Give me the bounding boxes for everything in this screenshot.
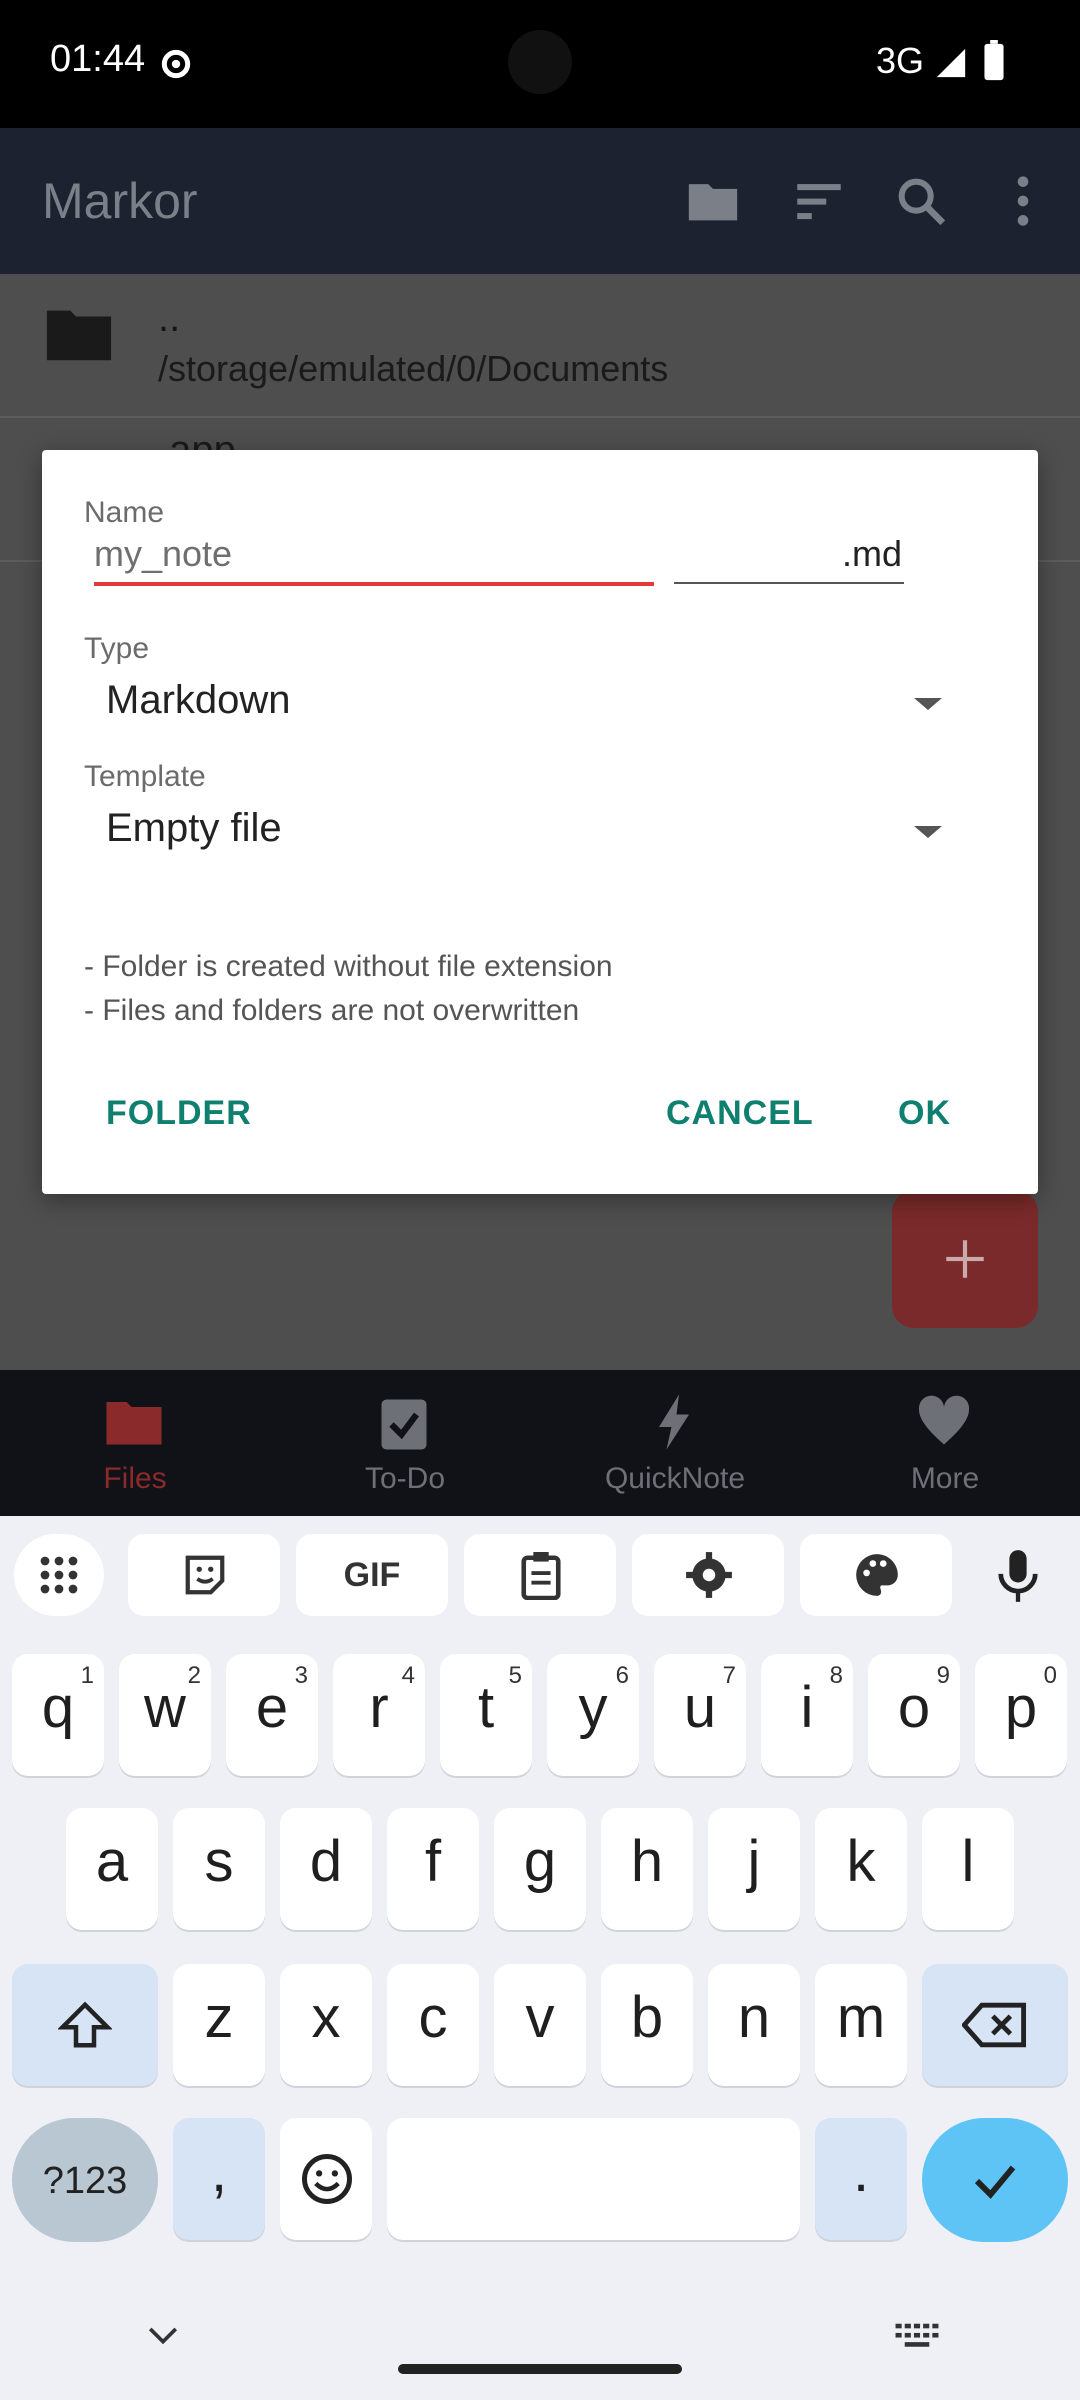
nav-more-label[interactable]: More	[810, 1462, 1080, 1496]
gif-button[interactable]: GIF	[296, 1534, 448, 1616]
network-type: 3G	[876, 40, 925, 81]
list-item-name[interactable]: ..	[158, 296, 180, 341]
key-f[interactable]: f	[387, 1808, 479, 1930]
folder-icon[interactable]	[684, 172, 742, 230]
key-s[interactable]: s	[173, 1808, 265, 1930]
symbols-key[interactable]: ?123	[12, 2118, 158, 2242]
key-j[interactable]: j	[708, 1808, 800, 1930]
emoji-icon	[302, 2154, 352, 2204]
type-select[interactable]: Markdown	[84, 672, 964, 734]
bolt-icon[interactable]	[644, 1392, 704, 1452]
nav-quicknote-label[interactable]: QuickNote	[540, 1462, 810, 1496]
key-l[interactable]: l	[922, 1808, 1014, 1930]
camera-cutout	[508, 30, 572, 94]
nav-files-label[interactable]: Files	[0, 1462, 270, 1496]
more-options-icon[interactable]	[994, 172, 1052, 230]
heart-icon[interactable]	[914, 1392, 974, 1452]
chevron-down-icon[interactable]	[146, 2324, 180, 2348]
key-u[interactable]: u7	[654, 1654, 746, 1776]
settings-status-icon	[161, 49, 191, 79]
extension-input[interactable]	[674, 526, 902, 582]
key-i[interactable]: i8	[761, 1654, 853, 1776]
apps-grid-button[interactable]	[14, 1534, 104, 1616]
clipboard-icon	[521, 1552, 561, 1600]
grid-icon	[40, 1556, 78, 1594]
type-label: Type	[84, 632, 150, 665]
key-d[interactable]: d	[280, 1808, 372, 1930]
soft-keyboard	[0, 1516, 1080, 2400]
add-fab-button[interactable]	[892, 1190, 1038, 1328]
search-icon[interactable]	[892, 172, 950, 230]
space-key[interactable]	[387, 2118, 800, 2240]
type-select-value: Markdown	[106, 678, 291, 722]
theme-button[interactable]	[800, 1534, 952, 1616]
nav-todo-label[interactable]: To-Do	[270, 1462, 540, 1496]
dropdown-arrow-icon	[914, 698, 942, 710]
key-v[interactable]: v	[494, 1964, 586, 2086]
battery-icon	[984, 40, 1004, 81]
sort-icon[interactable]	[790, 172, 848, 230]
key-k[interactable]: k	[815, 1808, 907, 1930]
ok-button[interactable]: OK	[898, 1094, 951, 1133]
template-label: Template	[84, 760, 206, 793]
todo-icon[interactable]	[374, 1392, 434, 1452]
folder-icon[interactable]	[104, 1392, 164, 1452]
template-select-value: Empty file	[106, 806, 282, 850]
name-label: Name	[84, 496, 165, 529]
comma-key[interactable]: ,	[173, 2118, 265, 2240]
name-input[interactable]	[94, 526, 652, 582]
key-a[interactable]: a	[66, 1808, 158, 1930]
sticker-icon	[185, 1555, 225, 1595]
gif-icon: GIF	[343, 1556, 401, 1594]
key-w[interactable]: w2	[119, 1654, 211, 1776]
key-x[interactable]: x	[280, 1964, 372, 2086]
key-r[interactable]: r4	[333, 1654, 425, 1776]
folder-icon	[46, 310, 112, 361]
period-key[interactable]: .	[815, 2118, 907, 2240]
gesture-navigation-bar[interactable]	[398, 2364, 682, 2374]
key-n[interactable]: n	[708, 1964, 800, 2086]
folder-button[interactable]: FOLDER	[106, 1094, 252, 1133]
keyboard-icon[interactable]	[894, 2322, 940, 2350]
key-c[interactable]: c	[387, 1964, 479, 2086]
name-input-underline	[94, 582, 654, 586]
key-p[interactable]: p0	[975, 1654, 1067, 1776]
key-m[interactable]: m	[815, 1964, 907, 2086]
note-text: - Folder is created without file extensi…	[84, 950, 613, 983]
sticker-button[interactable]	[128, 1534, 280, 1616]
key-e[interactable]: e3	[226, 1654, 318, 1776]
key-h[interactable]: h	[601, 1808, 693, 1930]
shift-icon	[58, 2001, 112, 2048]
key-o[interactable]: o9	[868, 1654, 960, 1776]
palette-icon	[856, 1554, 898, 1596]
signal-icon	[936, 48, 966, 78]
backspace-key[interactable]	[922, 1964, 1068, 2086]
list-item-path: /storage/emulated/0/Documents	[158, 348, 669, 389]
key-q[interactable]: q1	[12, 1654, 104, 1776]
key-y[interactable]: y6	[547, 1654, 639, 1776]
divider	[0, 416, 1080, 418]
microphone-icon[interactable]	[996, 1548, 1040, 1604]
backspace-icon	[962, 2002, 1027, 2048]
emoji-key[interactable]	[280, 2118, 372, 2240]
key-z[interactable]: z	[173, 1964, 265, 2086]
checkmark-icon	[974, 2165, 1016, 2199]
clipboard-button[interactable]	[464, 1534, 616, 1616]
enter-key[interactable]	[922, 2118, 1068, 2242]
key-t[interactable]: t5	[440, 1654, 532, 1776]
extension-input-underline	[674, 582, 904, 584]
settings-button[interactable]	[632, 1534, 784, 1616]
app-title: Markor	[42, 173, 198, 229]
template-select[interactable]: Empty file	[84, 800, 964, 862]
status-time: 01:44	[50, 38, 146, 80]
key-b[interactable]: b	[601, 1964, 693, 2086]
cancel-button[interactable]: CANCEL	[666, 1094, 814, 1133]
note-text: - Files and folders are not overwritten	[84, 994, 580, 1027]
dropdown-arrow-icon	[914, 826, 942, 838]
plus-icon	[946, 1240, 984, 1278]
gear-icon	[686, 1552, 732, 1598]
key-g[interactable]: g	[494, 1808, 586, 1930]
shift-key[interactable]	[12, 1964, 158, 2086]
